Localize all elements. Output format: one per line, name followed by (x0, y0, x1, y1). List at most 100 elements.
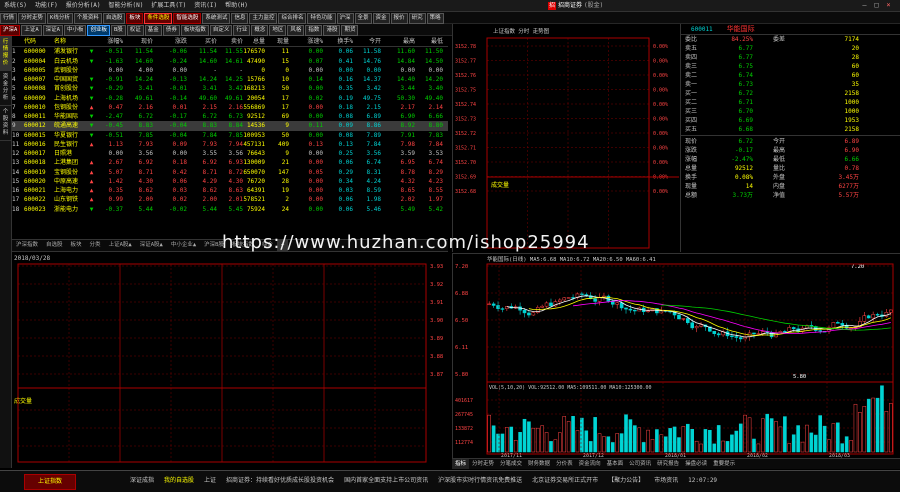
close-icon[interactable]: × (884, 1, 893, 9)
maximize-icon[interactable]: □ (872, 1, 881, 9)
status-item-3[interactable]: 招商证券：持续看好优质成长股投资机会 (226, 477, 334, 484)
status-item-5[interactable]: 沪深股市实时行情资讯免费推送 (438, 477, 522, 484)
toolbar2-button-6[interactable]: 权证 (126, 25, 144, 36)
table-row[interactable]: 15 600020 中原高速 ▲ 1.42 4.30 0.06 4.29 4.30 76720 28… (12, 177, 448, 186)
toolbar2-button-5[interactable]: B股 (110, 25, 126, 36)
toolbar2-button-8[interactable]: 债券 (162, 25, 180, 36)
column-header-12[interactable]: 换手% (323, 37, 353, 46)
toolbar2-button-3[interactable]: 中小板 (63, 25, 87, 36)
toolbar2-button-12[interactable]: 概念 (251, 25, 269, 36)
table-row[interactable]: 6 600009 上海机场 ▼ -0.28 49.61 -0.14 49.60 49.61 200… (12, 94, 448, 103)
status-item-4[interactable]: 国内首家全面支持上市公司资讯 (344, 477, 428, 484)
toolbar2-button-9[interactable]: 板块指数 (180, 25, 209, 36)
table-row[interactable]: 14 600019 宝钢股份 ▲ 5.07 8.71 0.42 8.71 8.72650070 1… (12, 168, 448, 177)
kline-tab-6[interactable]: 基本面 (604, 459, 627, 469)
sheet-tab-2[interactable]: 板块 (67, 240, 86, 251)
table-row[interactable]: 17 600022 山东钢铁 ▲ 0.99 2.00 0.02 2.00 2.01578521 2… (12, 195, 448, 204)
toolbar1-button-9[interactable]: 信息 (231, 13, 249, 24)
kline-tab-2[interactable]: 分笔成交 (497, 459, 525, 469)
table-row[interactable]: 1 600000 浦发银行 ▼ -0.51 11.54 -0.06 11.54 11.55176… (12, 47, 448, 56)
kline-tab-9[interactable]: 操盘必读 (682, 459, 710, 469)
kline-tab-10[interactable]: 重要提示 (710, 459, 738, 469)
toolbar1-button-16[interactable]: 报价 (390, 13, 408, 24)
toolbar1-button-12[interactable]: 特色功能 (307, 13, 336, 24)
status-item-6[interactable]: 北京证券交易所正式开市 (532, 477, 598, 484)
column-header-11[interactable]: 涨速% (289, 37, 323, 46)
kline-tab-8[interactable]: 研究报告 (654, 459, 682, 469)
status-item-7[interactable]: 【聚力公告】 (608, 477, 644, 484)
status-item-9[interactable]: 12:07:29 (688, 477, 717, 484)
toolbar1-button-0[interactable]: 行情 (0, 13, 18, 24)
toolbar1-button-1[interactable]: 分时走势 (18, 13, 47, 24)
table-row[interactable]: 3 600005 武钢股份 0.00 4.00 0.00- -0 0 0.00 0.00 0.00 0… (12, 66, 448, 75)
table-row[interactable]: 18 600023 浙能电力 ▼ -0.37 5.44 -0.02 5.44 5.45 75924… (12, 205, 448, 214)
toolbar2-button-16[interactable]: 港股 (323, 25, 341, 36)
menu-item-3[interactable]: 智能分析(N) (105, 0, 148, 11)
toolbar1-button-15[interactable]: 资金 (372, 13, 390, 24)
column-header-13[interactable]: 今开 (353, 37, 381, 46)
kline-tab-5[interactable]: 资金流向 (576, 459, 604, 469)
table-row[interactable]: 11 600016 民生银行 ▲ 1.13 7.93 0.09 7.93 7.94457131 4… (12, 140, 448, 149)
column-header-5[interactable]: 现价 (123, 37, 153, 46)
menu-item-4[interactable]: 扩展工具(T) (147, 0, 190, 11)
toolbar1-button-8[interactable]: 系统测试 (202, 13, 231, 24)
left-tab-1[interactable]: 资金分析 (0, 71, 11, 106)
toolbar2-button-2[interactable]: 深证A (42, 25, 63, 36)
status-item-2[interactable]: 上证 (204, 477, 216, 484)
table-row[interactable]: 13 600018 上港集团 ▲ 2.67 6.92 0.18 6.92 6.93130009 2… (12, 158, 448, 167)
toolbar2-button-17[interactable]: 期货 (341, 25, 359, 36)
sheet-tab-4[interactable]: 上证A股▲ (105, 240, 136, 251)
column-header-2[interactable]: 名称 (54, 37, 88, 46)
minimize-icon[interactable]: – (860, 1, 869, 9)
toolbar2-button-15[interactable]: 指数 (305, 25, 323, 36)
toolbar1-button-13[interactable]: 沪深 (336, 13, 354, 24)
kline-tab-4[interactable]: 分价表 (553, 459, 576, 469)
status-item-1[interactable]: 我的自选股 (164, 477, 194, 484)
column-header-8[interactable]: 卖价 (217, 37, 243, 46)
status-index-button[interactable]: 上证指数 (24, 474, 76, 490)
intraday-chart[interactable]: 2018/03/28 3.93 3.92 3.91 3.90 3.89 3.88 3.87 成交… (12, 252, 450, 466)
menu-item-2[interactable]: 报价分析(A) (62, 0, 105, 11)
toolbar2-button-4[interactable]: 创业板 (87, 25, 110, 36)
column-header-7[interactable]: 买价 (187, 37, 217, 46)
table-row[interactable]: 7 600010 包钢股份 ▲ 0.47 2.16 0.01 2.15 2.16556869 17… (12, 103, 448, 112)
toolbar1-button-3[interactable]: 个股资料 (73, 13, 102, 24)
status-item-8[interactable]: 市场资讯 (654, 477, 678, 484)
menu-item-6[interactable]: 帮助(H) (221, 0, 252, 11)
table-row[interactable]: 10 600015 华夏银行 ▼ -0.51 7.85 -0.04 7.84 7.8510095… (12, 131, 448, 140)
toolbar2-button-0[interactable]: 沪深A (0, 25, 21, 36)
sheet-tab-0[interactable]: 沪深指数 (12, 240, 42, 251)
toolbar2-button-14[interactable]: 风格 (287, 25, 305, 36)
toolbar1-button-4[interactable]: 自选股 (102, 13, 126, 24)
toolbar1-button-2[interactable]: K线分析 (47, 13, 73, 24)
column-header-4[interactable]: 涨幅% (95, 37, 123, 46)
column-header-16[interactable]: 昨收 (443, 37, 448, 46)
toolbar1-button-11[interactable]: 综合排名 (278, 13, 307, 24)
column-header-1[interactable]: 代码 (24, 37, 54, 46)
table-row[interactable]: 12 600017 日照港 0.00 3.56 0.00 3.55 3.56 76643 9 0.0… (12, 149, 448, 158)
menu-item-5[interactable]: 资讯(I) (190, 0, 221, 11)
table-row[interactable]: 2 600004 白云机场 ▼ -1.63 14.60 -0.24 14.60 14.61 474… (12, 57, 448, 66)
menu-item-0[interactable]: 系统(S) (0, 0, 31, 11)
column-header-9[interactable]: 总量 (243, 37, 265, 46)
column-header-6[interactable]: 涨跌 (153, 37, 187, 46)
table-row[interactable]: 8 600011 华能国际 ▼ -2.47 6.72 -0.17 6.72 6.73 92512 6… (12, 112, 448, 121)
table-row[interactable]: 16 600021 上海电力 ▲ 0.35 8.62 0.03 8.62 8.63 64391 19… (12, 186, 448, 195)
toolbar1-button-17[interactable]: 研究 (408, 13, 426, 24)
status-item-0[interactable]: 深证成指 (130, 477, 154, 484)
column-header-14[interactable]: 最高 (381, 37, 415, 46)
kline-tab-3[interactable]: 财务数据 (525, 459, 553, 469)
sheet-tab-3[interactable]: 分类 (86, 240, 105, 251)
column-header-15[interactable]: 最低 (415, 37, 443, 46)
left-tab-2[interactable]: 个股资料 (0, 106, 11, 141)
toolbar2-button-1[interactable]: 上证A (21, 25, 42, 36)
table-row[interactable]: 4 600007 中国国贸 ▼ -0.91 14.24 -0.13 14.24 14.25 157… (12, 75, 448, 84)
left-tab-0[interactable]: 行情报价 (0, 36, 11, 71)
table-row[interactable]: 5 600008 首创股份 ▼ -0.29 3.41 -0.01 3.41 3.42168213… (12, 84, 448, 93)
kline-chart[interactable]: 华能国际(日线) MA5:6.68 MA10:6.72 MA20:6.50 MA… (452, 253, 900, 459)
toolbar2-button-7[interactable]: 基金 (144, 25, 162, 36)
menu-item-1[interactable]: 功能(F) (31, 0, 62, 11)
toolbar1-button-6[interactable]: 条件选股 (144, 13, 173, 24)
index-chart[interactable]: 上证指数 分时 走势图 3152.78 0.00% 3152.77 0.00% 3152.… (452, 24, 679, 252)
sheet-tab-1[interactable]: 自选股 (42, 240, 67, 251)
